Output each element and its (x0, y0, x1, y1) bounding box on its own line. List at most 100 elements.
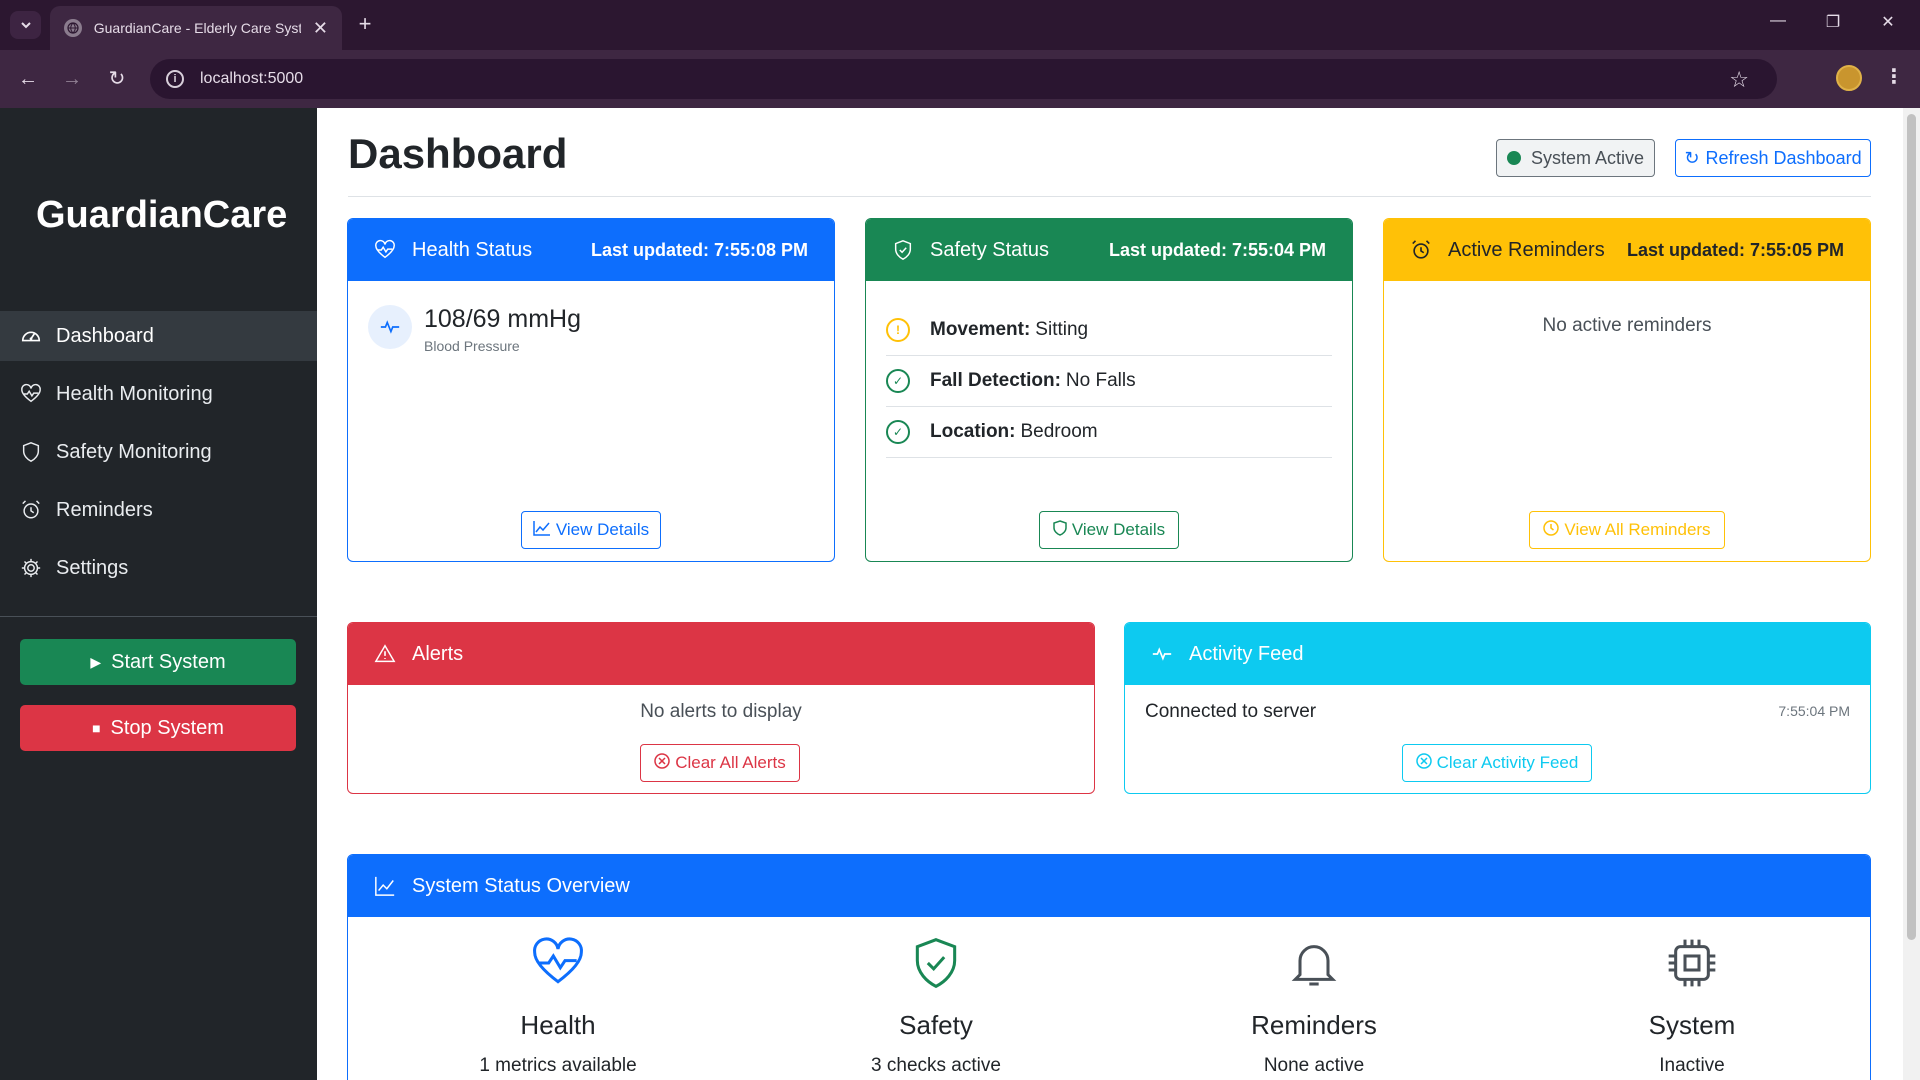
forward-button[interactable]: → (58, 66, 86, 94)
close-tab-icon[interactable]: ✕ (313, 18, 328, 39)
page-scrollbar[interactable] (1903, 108, 1920, 1080)
overview-system: System Inactive (1542, 935, 1842, 1077)
safety-view-details-button[interactable]: View Details (1039, 511, 1179, 549)
safety-row-movement: ! Movement: Sitting (886, 305, 1332, 356)
line-chart-icon (533, 520, 551, 541)
safety-key: Movement: (930, 319, 1031, 340)
clear-activity-feed-button[interactable]: Clear Activity Feed (1402, 744, 1592, 782)
check-circle-icon: ✓ (886, 420, 910, 444)
page-title: Dashboard (348, 130, 568, 177)
sidebar-item-health[interactable]: Health Monitoring (0, 369, 317, 419)
refresh-dashboard-button[interactable]: ↻ Refresh Dashboard (1675, 139, 1871, 177)
metric-value: 108/69 mmHg (424, 305, 582, 333)
sidebar-item-label: Dashboard (56, 324, 154, 347)
refresh-label: Refresh Dashboard (1705, 147, 1862, 168)
minimize-button[interactable]: — (1766, 12, 1790, 30)
card-title: Alerts (412, 642, 464, 665)
view-all-reminders-button[interactable]: View All Reminders (1529, 511, 1725, 549)
clear-all-alerts-button[interactable]: Clear All Alerts (640, 744, 800, 782)
overview-sub: Inactive (1659, 1055, 1725, 1076)
start-system-button[interactable]: ▶ Start System (20, 639, 296, 685)
heart-pulse-icon (375, 239, 395, 259)
sidebar-divider (0, 616, 317, 617)
browser-tab-bar: GuardianCare - Elderly Care System ✕ + —… (0, 0, 1920, 50)
shield-icon (22, 442, 40, 462)
line-chart-icon (375, 876, 395, 896)
sidebar-nav: Dashboard Health Monitoring Safety Monit… (0, 311, 317, 601)
safety-card-header: Safety Status Last updated: 7:55:04 PM (866, 219, 1352, 281)
alarm-icon (22, 500, 40, 519)
last-updated: Last updated: 7:55:08 PM (590, 239, 808, 260)
button-label: View All Reminders (1564, 520, 1711, 539)
activity-icon (1152, 647, 1172, 661)
overview-name: System (1648, 1010, 1736, 1040)
activity-feed-card: Activity Feed Connected to server 7:55:0… (1124, 622, 1871, 794)
reminders-card-header: Active Reminders Last updated: 7:55:05 P… (1384, 219, 1870, 281)
sidebar-item-settings[interactable]: Settings (0, 543, 317, 593)
heart-pulse-icon (533, 937, 583, 984)
system-status-badge: System Active (1496, 139, 1655, 177)
blood-pressure-metric: 108/69 mmHg Blood Pressure (368, 305, 581, 354)
overview-reminders: Reminders None active (1164, 935, 1464, 1077)
feed-timestamp: 7:55:04 PM (1778, 703, 1850, 719)
sidebar-item-reminders[interactable]: Reminders (0, 485, 317, 535)
button-label: Clear All Alerts (675, 753, 786, 772)
sidebar-item-safety[interactable]: Safety Monitoring (0, 427, 317, 477)
card-title: System Status Overview (412, 874, 630, 897)
play-icon: ▶ (90, 653, 102, 670)
sidebar-item-dashboard[interactable]: Dashboard (0, 311, 317, 361)
card-title: Safety Status (930, 238, 1049, 261)
restore-button[interactable]: ❐ (1821, 12, 1845, 32)
x-circle-icon (1415, 752, 1432, 774)
overview-sub: 3 checks active (871, 1055, 1001, 1076)
bookmark-star-icon[interactable]: ☆ (1729, 67, 1749, 93)
gear-icon (21, 558, 41, 578)
last-updated: Last updated: 7:55:05 PM (1626, 239, 1844, 260)
new-tab-button[interactable]: + (352, 12, 378, 38)
feed-message: Connected to server (1145, 701, 1317, 722)
refresh-icon: ↻ (1684, 147, 1700, 168)
activity-icon (368, 305, 412, 349)
health-view-details-button[interactable]: View Details (521, 511, 661, 549)
button-label: Clear Activity Feed (1436, 753, 1579, 772)
system-status-label: System Active (1531, 147, 1645, 168)
x-circle-icon (654, 752, 670, 774)
clock-icon (1543, 519, 1560, 541)
back-button[interactable]: ← (14, 66, 42, 94)
alerts-empty-text: No alerts to display (640, 701, 802, 722)
site-info-icon[interactable]: i (166, 70, 184, 88)
safety-status-card: Safety Status Last updated: 7:55:04 PM !… (865, 218, 1353, 562)
address-bar[interactable]: i localhost:5000 ☆ (150, 59, 1777, 99)
shield-icon (1053, 519, 1067, 541)
browser-toolbar: ← → ↻ i localhost:5000 ☆ ⋮ (0, 50, 1920, 108)
safety-checks-list: ! Movement: Sitting ✓ Fall Detection: No… (886, 305, 1332, 458)
warning-triangle-icon (374, 644, 396, 663)
safety-value: Sitting (1035, 319, 1089, 340)
url-text[interactable]: localhost:5000 (200, 70, 303, 88)
metric-label: Blood Pressure (424, 338, 520, 354)
browser-tab[interactable]: GuardianCare - Elderly Care System ✕ (50, 6, 342, 50)
sidebar-item-label: Reminders (56, 498, 153, 521)
safety-value: No Falls (1065, 370, 1136, 391)
health-status-card: Health Status Last updated: 7:55:08 PM 1… (347, 218, 835, 562)
alerts-card-header: Alerts (348, 623, 1094, 685)
browser-menu-icon[interactable]: ⋮ (1884, 64, 1904, 89)
card-title: Active Reminders (1448, 238, 1605, 261)
shield-check-icon (894, 240, 912, 260)
safety-row-location: ✓ Location: Bedroom (886, 407, 1332, 458)
stop-system-button[interactable]: ■ Stop System (20, 705, 296, 751)
stop-system-label: Stop System (110, 716, 224, 739)
safety-key: Location: (930, 421, 1016, 442)
tab-search-button[interactable] (10, 11, 41, 39)
close-window-button[interactable]: ✕ (1876, 12, 1900, 32)
card-title: Health Status (412, 238, 533, 261)
safety-value: Bedroom (1020, 421, 1098, 442)
scrollbar-thumb[interactable] (1907, 114, 1916, 940)
profile-avatar[interactable] (1836, 65, 1862, 91)
overview-health: Health 1 metrics available (408, 935, 708, 1077)
alerts-card: Alerts No alerts to display Clear All Al… (347, 622, 1095, 794)
overview-safety: Safety 3 checks active (786, 935, 1086, 1077)
reload-button[interactable]: ↻ (103, 66, 131, 94)
speedometer-icon (21, 331, 41, 342)
overview-sub: 1 metrics available (479, 1055, 637, 1076)
